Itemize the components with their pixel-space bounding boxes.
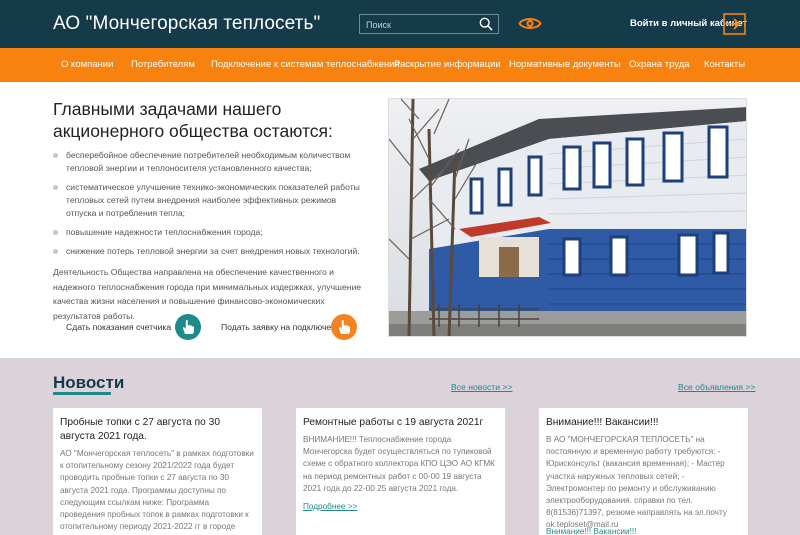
tasks-list: бесперебойное обеспечение потребителей н…	[53, 149, 363, 264]
submit-meter-readings-button[interactable]	[175, 314, 201, 340]
nav-item-consumers[interactable]: Потребителям	[131, 59, 195, 70]
building-illustration	[389, 99, 746, 336]
hand-pointer-icon	[338, 320, 350, 334]
news-heading: Новости	[53, 373, 125, 392]
hand-pointer-icon	[182, 320, 194, 334]
news-card-title[interactable]: Внимание!!! Вакансии!!!	[546, 416, 741, 430]
building-photo	[388, 98, 747, 337]
activity-paragraph: Деятельность Общества направлена на обес…	[53, 267, 362, 321]
main-nav: О компании Потребителям Подключение к си…	[0, 48, 800, 82]
news-card: Внимание!!! Вакансии!!! В АО "МОНЧЕГОРСК…	[539, 408, 748, 535]
all-news-link[interactable]: Все новости >>	[451, 382, 512, 392]
news-card: Ремонтные работы с 19 августа 2021г ВНИМ…	[296, 408, 505, 535]
news-heading-underline	[53, 392, 111, 395]
nav-item-labor-safety[interactable]: Охрана труда	[629, 59, 690, 70]
nav-item-about[interactable]: О компании	[61, 59, 113, 70]
nav-item-disclosure[interactable]: Раскрытие информации	[394, 59, 501, 70]
read-more-link[interactable]: Подробнее >>	[303, 502, 357, 511]
hero-title: Главными задачами нашего акционерного об…	[53, 99, 333, 141]
read-more-link[interactable]: Внимание!!! Вакансии!!!	[546, 527, 636, 535]
list-item: повышение надежности теплоснабжения горо…	[53, 226, 363, 239]
news-card-title[interactable]: Пробные топки с 27 августа по 30 августа…	[60, 416, 255, 444]
submit-meter-readings-link[interactable]: Сдать показания счетчика	[66, 322, 171, 332]
list-item: систематическое улучшение технико-эконом…	[53, 181, 363, 220]
all-announcements-link[interactable]: Все объявления >>	[678, 382, 755, 392]
connection-request-button[interactable]	[331, 314, 357, 340]
eye-icon[interactable]	[518, 15, 542, 32]
list-item: снижение потерь тепловой энергии за счет…	[53, 245, 363, 258]
nav-item-connection[interactable]: Подключение к системам теплоснабжения	[211, 59, 400, 70]
news-card-text: В АО "МОНЧЕГОРСКАЯ ТЕПЛОСЕТЬ" на постоян…	[546, 435, 727, 530]
search-input[interactable]	[366, 17, 474, 32]
news-card-text: АО "Мончегорская теплосеть" в рамках под…	[60, 449, 254, 535]
list-item: бесперебойное обеспечение потребителей н…	[53, 149, 363, 175]
nav-item-contacts[interactable]: Контакты	[704, 59, 745, 70]
nav-item-regulations[interactable]: Нормативные документы	[509, 59, 621, 70]
login-arrow-icon[interactable]	[723, 13, 746, 35]
news-card-text: ВНИМАНИЕ!!! Теплоснабжение города Мончег…	[303, 435, 495, 493]
search-icon[interactable]	[479, 17, 493, 31]
news-card-title[interactable]: Ремонтные работы с 19 августа 2021г	[303, 416, 498, 430]
site-logo[interactable]: АО "Мончегорская теплосеть"	[53, 13, 320, 35]
news-card: Пробные топки с 27 августа по 30 августа…	[53, 408, 262, 535]
search-box	[359, 14, 499, 34]
site-header: АО "Мончегорская теплосеть" Войти в личн…	[0, 0, 800, 48]
connection-request-link[interactable]: Подать заявку на подключение	[221, 322, 346, 332]
